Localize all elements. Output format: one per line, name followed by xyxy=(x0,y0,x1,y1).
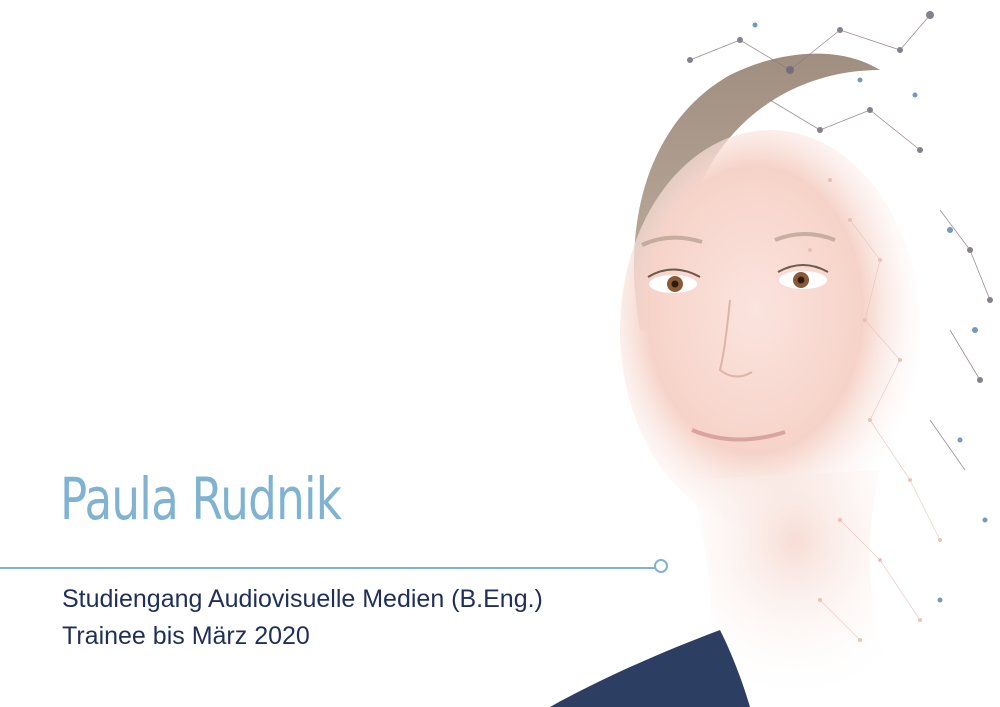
divider-end-circle-icon xyxy=(654,559,668,573)
person-name: Paula Rudnik xyxy=(60,465,342,533)
profile-card: Paula Rudnik Studiengang Audiovisuelle M… xyxy=(0,0,1000,707)
study-program: Studiengang Audiovisuelle Medien (B.Eng.… xyxy=(62,585,543,613)
portrait-image xyxy=(550,11,993,707)
trainee-role: Trainee bis März 2020 xyxy=(62,622,310,650)
divider-line xyxy=(0,567,655,569)
